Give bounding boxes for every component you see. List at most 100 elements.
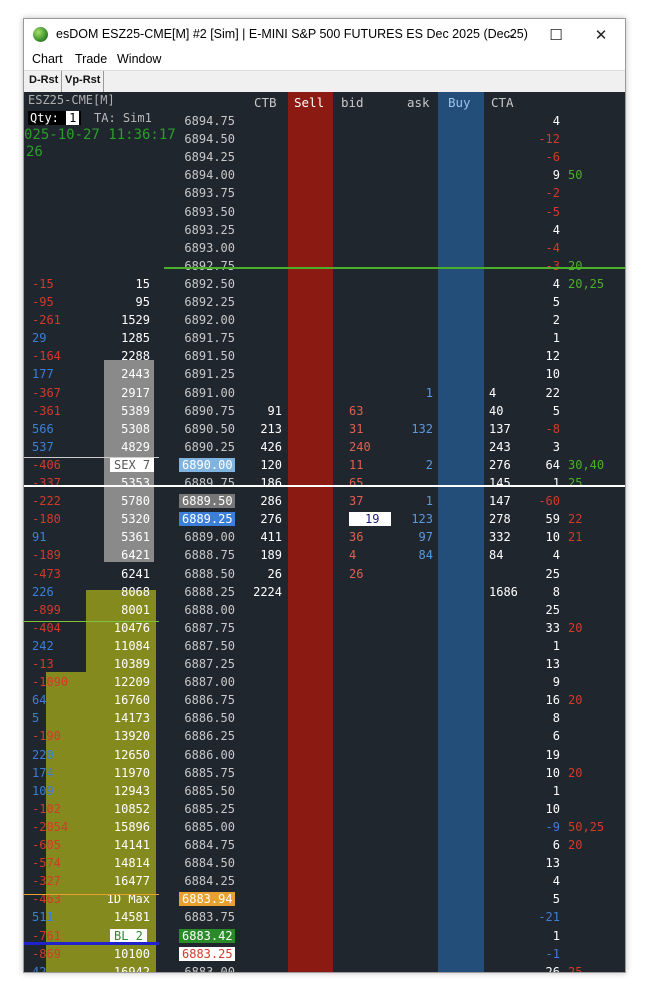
price-row[interactable]: 91 5361 6889.00 411 36 97 332 10 21 (24, 529, 625, 547)
price[interactable]: 6892.25 (179, 295, 235, 309)
price[interactable]: 6884.50 (179, 856, 235, 870)
price-row[interactable]: 226 8068 6888.25 2224 1686 8 (24, 584, 625, 602)
price-row[interactable]: 566 5308 6890.50 213 31 132 137 -8 (24, 421, 625, 439)
price[interactable]: 6886.00 (179, 748, 235, 762)
price[interactable]: 6883.00 (179, 965, 235, 972)
price-row[interactable]: 174 11970 6885.75 10 20 (24, 765, 625, 783)
price-row[interactable]: 64 16760 6886.75 16 20 (24, 692, 625, 710)
price-row[interactable]: 220 12650 6886.00 19 (24, 747, 625, 765)
price[interactable]: 6885.50 (179, 784, 235, 798)
price-row[interactable]: 6893.00 -4 (24, 240, 625, 258)
price-row[interactable]: -406 SEX 7 6890.00 120 11 2 276 64 30,40 (24, 457, 625, 475)
price-row[interactable]: -222 5780 6889.50 286 37 1 147 -60 (24, 493, 625, 511)
price-row[interactable]: 177 2443 6891.25 10 (24, 366, 625, 384)
price-row[interactable]: -189 6421 6888.75 189 4 84 84 4 (24, 547, 625, 565)
price-row[interactable]: -361 5389 6890.75 91 63 40 5 (24, 403, 625, 421)
dom-ladder[interactable]: ESZ25-CME[M] Qty: 1 TA: Sim1 025-10-27 1… (24, 92, 625, 972)
price-row[interactable]: -899 8001 6888.00 25 (24, 602, 625, 620)
price-row[interactable]: -2054 15896 6885.00 -9 50,25 (24, 819, 625, 837)
price[interactable]: 6893.50 (179, 205, 235, 219)
price[interactable]: 6886.75 (179, 693, 235, 707)
price-row[interactable]: -869 10100 6883.25 -1 (24, 946, 625, 964)
price-row[interactable]: -367 2917 6891.00 1 4 22 (24, 385, 625, 403)
menu-chart[interactable]: Chart (32, 52, 63, 66)
price-row[interactable]: 511 14581 6883.75 -21 (24, 909, 625, 927)
vp-rst-button[interactable]: Vp-Rst (62, 71, 105, 92)
price-row[interactable]: -574 14814 6884.50 13 (24, 855, 625, 873)
price[interactable]: 6883.42 (179, 928, 235, 943)
price-row[interactable]: 29 1285 6891.75 1 (24, 330, 625, 348)
maximize-button[interactable]: ☐ (536, 23, 576, 47)
price[interactable]: 6891.75 (179, 331, 235, 345)
price[interactable]: 6892.75 (179, 259, 235, 273)
price[interactable]: 6886.25 (179, 729, 235, 743)
price-row[interactable]: 6893.25 4 (24, 222, 625, 240)
ask-value: 132 (411, 421, 433, 436)
price[interactable]: 6894.75 (179, 114, 235, 128)
delta-value: 1 (552, 638, 560, 653)
minimize-button[interactable]: – (491, 23, 531, 47)
d-rst-button[interactable]: D-Rst (26, 71, 63, 92)
price[interactable]: 6883.94 (179, 892, 235, 907)
price-row[interactable]: 42 16942 6883.00 26 25 (24, 964, 625, 972)
price[interactable]: 6887.25 (179, 657, 235, 671)
volume-delta: -261 (32, 313, 61, 328)
price-row[interactable]: 6894.00 9 50 (24, 167, 625, 185)
price[interactable]: 6891.00 (179, 386, 235, 400)
price-row[interactable]: -605 14141 6884.75 6 20 (24, 837, 625, 855)
price[interactable]: 6887.00 (179, 675, 235, 689)
price[interactable]: 6891.50 (179, 349, 235, 363)
price-row[interactable]: -13 10389 6887.25 13 (24, 656, 625, 674)
price[interactable]: 6885.25 (179, 802, 235, 816)
price-row[interactable]: -1090 12209 6887.00 9 (24, 674, 625, 692)
price[interactable]: 6893.75 (179, 186, 235, 200)
price-row[interactable]: -95 95 6892.25 5 (24, 294, 625, 312)
menu-trade[interactable]: Trade (75, 52, 107, 66)
price-row[interactable]: 6893.75 -2 (24, 185, 625, 203)
cumulative-volume: 12209 (113, 675, 150, 690)
price-row[interactable]: -337 5353 6889.75 186 65 145 1 25 (24, 475, 625, 493)
price-row[interactable]: 6894.75 4 (24, 113, 625, 131)
price-row[interactable]: 537 4829 6890.25 426 240 243 3 (24, 439, 625, 457)
price-row[interactable]: -102 10852 6885.25 10 (24, 801, 625, 819)
price[interactable]: 6893.25 (179, 223, 235, 237)
price[interactable]: 6888.00 (179, 603, 235, 617)
price[interactable]: 6885.75 (179, 766, 235, 780)
header-ctb: CTB (254, 95, 277, 110)
price-row[interactable]: 109 12943 6885.50 1 (24, 783, 625, 801)
price-row[interactable]: -327 16477 6884.25 4 (24, 873, 625, 891)
price[interactable]: 6894.25 (179, 150, 235, 164)
price-row[interactable]: -190 13920 6886.25 6 (24, 728, 625, 746)
price[interactable]: 6887.75 (179, 621, 235, 635)
price[interactable]: 6885.00 (179, 820, 235, 834)
close-button[interactable]: ✕ (581, 23, 621, 47)
price-row[interactable]: 5 14173 6886.50 8 (24, 710, 625, 728)
price-row[interactable]: -473 6241 6888.50 26 26 25 (24, 566, 625, 584)
price[interactable]: 6887.50 (179, 639, 235, 653)
price[interactable]: 6892.50 (179, 277, 235, 291)
price-row[interactable]: -180 5320 6889.25 276 19 123 278 59 22 (24, 511, 625, 529)
cumulative-volume: 10389 (113, 657, 150, 671)
price[interactable]: 6892.00 (179, 313, 235, 327)
size-annotation: 21 (568, 530, 583, 545)
price[interactable]: 6891.25 (179, 367, 235, 381)
price-row[interactable]: -15 15 6892.50 4 20,25 (24, 276, 625, 294)
price-row[interactable]: -164 2288 6891.50 12 (24, 348, 625, 366)
price[interactable]: 6886.50 (179, 711, 235, 725)
menu-window[interactable]: Window (117, 52, 161, 66)
price-row[interactable]: 6894.25 -6 (24, 149, 625, 167)
ctb-value: 189 (260, 548, 282, 563)
price[interactable]: 6883.75 (179, 910, 235, 924)
price[interactable]: 6883.25 (179, 946, 235, 961)
price[interactable]: 6884.75 (179, 838, 235, 852)
price[interactable]: 6894.50 (179, 132, 235, 146)
price-row[interactable]: 6893.50 -5 (24, 204, 625, 222)
price[interactable]: 6893.00 (179, 241, 235, 255)
price-row[interactable]: 6894.50 -12 (24, 131, 625, 149)
price-row[interactable]: -261 1529 6892.00 2 (24, 312, 625, 330)
price[interactable]: 6884.25 (179, 874, 235, 888)
price-row[interactable]: -404 10476 6887.75 33 20 (24, 620, 625, 638)
price[interactable]: 6894.00 (179, 168, 235, 182)
price-row[interactable]: 242 11084 6887.50 1 (24, 638, 625, 656)
title-bar[interactable]: esDOM ESZ25-CME[M] #2 [Sim] | E-MINI S&P… (24, 19, 625, 50)
